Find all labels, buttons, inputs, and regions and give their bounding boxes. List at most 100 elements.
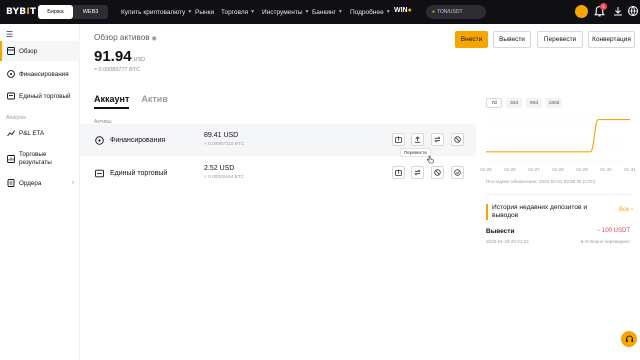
chart-x-tick-label: 01-25	[480, 167, 492, 172]
overview-icon	[6, 47, 15, 56]
history-all-link[interactable]: Все ›	[619, 207, 633, 213]
convert-button[interactable]: Конвертация	[588, 31, 635, 48]
ticker-search[interactable]: ● TON/USDT	[426, 5, 486, 19]
sidebar-item-label: Ордера	[19, 179, 42, 187]
history-title: История недавних депозитов и выводов	[486, 204, 606, 220]
menu-banking[interactable]: Банкинг ▼	[312, 0, 343, 24]
eye-icon[interactable]: ◉	[152, 35, 157, 42]
sidebar-item-orders[interactable]: Ордера ›	[0, 173, 80, 193]
pnl-icon	[6, 129, 15, 138]
flame-icon: ●	[432, 9, 436, 15]
history-all-label: Все	[619, 207, 630, 213]
download-icon[interactable]	[612, 5, 624, 17]
sidebar-item-label: Обзор	[19, 47, 38, 55]
top-navigation-bar: BYBIT Биржа WEB3 Купить криптовалюту ▼ Ры…	[0, 0, 640, 24]
hide-action-icon[interactable]	[451, 133, 464, 146]
win-promo[interactable]: WIN●	[394, 7, 412, 14]
arrow-right-icon: ›	[631, 207, 634, 213]
account-amount: 2.52 USD	[204, 165, 235, 172]
chevron-down-icon: ▼	[250, 9, 256, 15]
total-balance: 91.94 USD	[94, 48, 145, 65]
win-accent: ●	[407, 7, 412, 14]
win-label: WIN	[394, 7, 408, 14]
logo-prefix: BYB	[6, 7, 27, 17]
account-btc-value: ≈ 0.00002464 BTC	[204, 175, 245, 180]
avatar[interactable]	[575, 5, 588, 18]
deposit-button[interactable]: Внести	[455, 31, 488, 48]
notification-badge: 1	[600, 3, 607, 10]
settings-action-icon[interactable]	[451, 166, 464, 179]
account-name: Единый торговый	[110, 169, 168, 177]
sidebar-item-pnl[interactable]: P&L ETA	[0, 123, 80, 143]
menu-label: Рынки	[195, 8, 215, 16]
account-name: Финансирования	[110, 136, 166, 144]
sidebar: ☰ Обзор Финансирования Единый торговый A…	[0, 24, 80, 360]
deposit-action-icon[interactable]	[392, 166, 405, 179]
bybit-logo[interactable]: BYBIT	[6, 7, 36, 17]
chart-x-tick-label: 01-28	[552, 167, 564, 172]
menu-label: Торговля	[221, 8, 249, 16]
withdraw-button[interactable]: Вывести	[493, 31, 531, 48]
withdraw-action-icon[interactable]	[411, 133, 424, 146]
hide-action-icon[interactable]	[431, 166, 444, 179]
balance-currency: USD	[133, 57, 146, 63]
asset-overview-label: Обзор активов	[94, 33, 150, 42]
segment-web3[interactable]: WEB3	[73, 5, 108, 19]
chart-x-tick-label: 01-27	[528, 167, 540, 172]
menu-tools[interactable]: Инструменты ▼	[262, 0, 309, 24]
menu-more[interactable]: Подробнее ▼	[350, 0, 391, 24]
funding-icon	[95, 135, 104, 145]
sidebar-item-label: Торговые результаты	[19, 151, 52, 166]
menu-markets[interactable]: Рынки	[195, 0, 214, 24]
collapse-menu-icon[interactable]: ☰	[6, 30, 13, 39]
menu-trade[interactable]: Торговля ▼	[221, 0, 255, 24]
asset-overview-title: Обзор активов ◉	[94, 33, 157, 42]
history-item-amount: − 100 USDT	[596, 228, 630, 234]
chart-x-tick-label: 01-31	[624, 167, 636, 172]
ticker-text: TON/USDT	[437, 9, 463, 15]
unified-trading-icon	[95, 169, 104, 177]
chart-x-tick-label: 01-29	[576, 167, 588, 172]
sidebar-item-label: Финансирования	[19, 70, 69, 78]
balance-line-chart: 01-25 01-26 01-27 01-28 01-29 01-30 01-31	[480, 114, 636, 172]
sidebar-item-label: Единый торговый	[19, 92, 71, 100]
menu-label: Купить криптовалюту	[121, 8, 186, 16]
panel-divider	[486, 194, 632, 195]
segment-exchange[interactable]: Биржа	[38, 5, 73, 19]
sidebar-item-unified-trading[interactable]: Единый торговый	[0, 86, 80, 106]
account-tabs: Аккаунт Актив	[94, 94, 168, 109]
sidebar-item-overview[interactable]: Обзор	[0, 41, 80, 61]
sidebar-item-label: P&L ETA	[19, 129, 45, 137]
chart-x-tick-label: 01-30	[600, 167, 612, 172]
sidebar-item-trading-results[interactable]: Торговые результаты	[0, 146, 80, 172]
tab-account[interactable]: Аккаунт	[94, 94, 130, 109]
transfer-button[interactable]: Перевести	[537, 31, 583, 48]
history-item-status: ● Успешно переведено	[580, 239, 630, 244]
deposit-action-icon[interactable]	[392, 133, 405, 146]
menu-label: Банкинг	[312, 8, 336, 16]
headset-icon	[625, 335, 633, 342]
btc-equivalent: ≈ 0.00089777 BTC	[94, 67, 141, 73]
logo-suffix: T	[29, 7, 37, 17]
funding-icon	[6, 70, 15, 79]
history-item-label: Вывести	[486, 228, 515, 235]
sidebar-item-funding[interactable]: Финансирования	[0, 64, 80, 84]
chevron-down-icon: ▼	[187, 9, 193, 15]
transfer-action-icon[interactable]	[411, 166, 424, 179]
support-chat-button[interactable]	[621, 331, 637, 347]
menu-buy-crypto[interactable]: Купить криптовалюту ▼	[121, 0, 192, 24]
chart-series-line	[486, 119, 630, 153]
tab-asset[interactable]: Актив	[141, 94, 167, 109]
globe-icon[interactable]	[627, 5, 639, 17]
chart-x-tick-label: 01-26	[504, 167, 516, 172]
menu-label: Подробнее	[350, 8, 384, 16]
chevron-down-icon: ▼	[304, 9, 310, 15]
balance-value: 91.94	[94, 48, 132, 65]
transfer-action-icon[interactable]	[431, 133, 444, 146]
account-row-unified-trading[interactable]: Единый торговый 2.52 USD ≈ 0.00002464 BT…	[80, 157, 476, 189]
last-updated: Последнее обновление: 2025-02-01 03:59:3…	[486, 179, 596, 184]
chevron-down-icon: ▼	[385, 9, 391, 15]
unified-trading-icon	[6, 92, 15, 101]
account-btc-value: ≈ 0.00087310 BTC	[204, 142, 245, 147]
chevron-down-icon: ▼	[337, 9, 343, 15]
